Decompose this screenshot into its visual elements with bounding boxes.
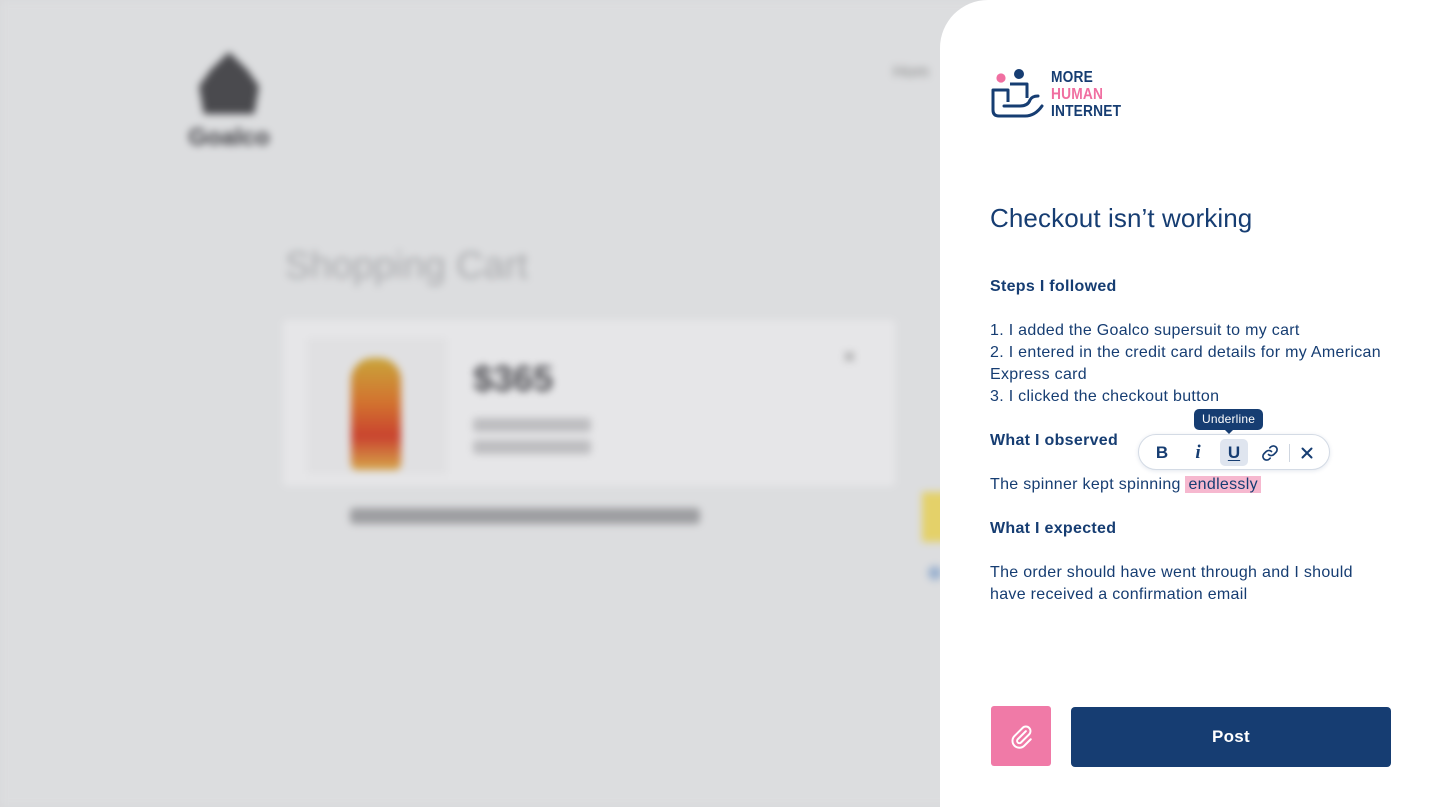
step-line: 3. I clicked the checkout button <box>990 388 1220 405</box>
observed-text: The spinner kept spinning endlessly <box>990 474 1390 496</box>
issue-title[interactable]: Checkout isn’t working <box>990 203 1252 234</box>
store-logo-mark <box>199 52 259 114</box>
product-detail <box>473 418 591 432</box>
step-line: 1. I added the Goalco supersuit to my ca… <box>990 322 1300 339</box>
format-toolbar: B i U <box>1138 434 1330 470</box>
store-logo: Goalco <box>183 50 275 154</box>
bold-button[interactable]: B <box>1148 439 1176 466</box>
brand-wordmark: MORE HUMAN INTERNET <box>1051 69 1121 120</box>
remove-item-icon: × <box>843 344 856 369</box>
paperclip-icon <box>1011 725 1032 749</box>
step-line: 2. I entered in the credit card details … <box>990 344 1381 383</box>
brand-logo: MORE HUMAN INTERNET <box>990 68 1150 122</box>
cart-footer-text <box>350 508 700 524</box>
section-heading-steps: Steps I followed <box>990 278 1117 295</box>
underline-button[interactable]: U <box>1220 439 1248 466</box>
expected-text: The order should have went through and I… <box>990 564 1353 603</box>
underline-tooltip: Underline <box>1194 409 1264 434</box>
attach-button[interactable] <box>991 706 1051 766</box>
feedback-panel: MORE HUMAN INTERNET Checkout isn’t worki… <box>940 0 1440 807</box>
link-icon <box>1262 444 1278 461</box>
cart-title: Shopping Cart <box>285 245 528 287</box>
store-name: Goalco <box>188 124 270 151</box>
observed-text-start: The spinner kept spinning <box>990 476 1186 493</box>
close-icon <box>1301 447 1313 458</box>
brand-line-internet: INTERNET <box>1051 103 1122 120</box>
store-nav: Hom <box>893 62 929 81</box>
cart-item-card: $365 × <box>283 320 895 486</box>
close-toolbar-button[interactable] <box>1293 439 1321 466</box>
product-image <box>307 338 447 474</box>
post-button[interactable]: Post <box>1071 707 1391 767</box>
link-button[interactable] <box>1256 439 1284 466</box>
brand-line-more: MORE <box>1051 69 1093 86</box>
section-heading-expected: What I expected <box>990 520 1117 537</box>
product-detail <box>473 440 591 454</box>
people-icon <box>991 69 1044 118</box>
product-price: $365 <box>473 358 554 399</box>
selected-text-highlight[interactable]: endlessly <box>1185 476 1261 493</box>
toolbar-divider <box>1289 444 1290 462</box>
italic-button[interactable]: i <box>1184 439 1212 466</box>
brand-line-human: HUMAN <box>1051 86 1104 103</box>
